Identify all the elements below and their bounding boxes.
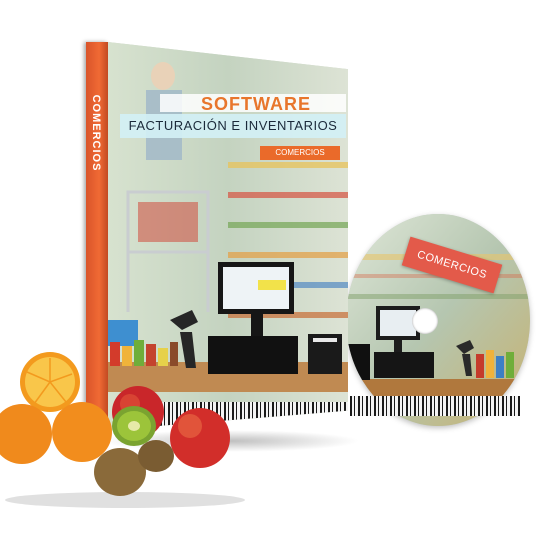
apple-icon: [170, 408, 230, 468]
product-title: SOFTWARE: [201, 94, 311, 114]
spine-label: COMERCIOS: [90, 94, 102, 172]
kiwi-slice-icon: [112, 406, 156, 446]
orange-icon: [0, 404, 52, 464]
product-image: COMERCIOS COMERCIOS SOFTWARE FACTURACIÓN…: [0, 0, 540, 540]
orange-slice-icon: [20, 352, 80, 412]
disc-barcode: [350, 396, 520, 416]
orange-icon: [52, 402, 112, 462]
product-subtitle: FACTURACIÓN E INVENTARIOS: [128, 118, 338, 133]
category-badge: COMERCIOS: [260, 146, 340, 160]
receipt-printer-icon: [308, 334, 342, 374]
kiwi-icon: [138, 440, 174, 472]
fruit-group: [0, 352, 245, 508]
disc-center-hole: [412, 308, 438, 334]
